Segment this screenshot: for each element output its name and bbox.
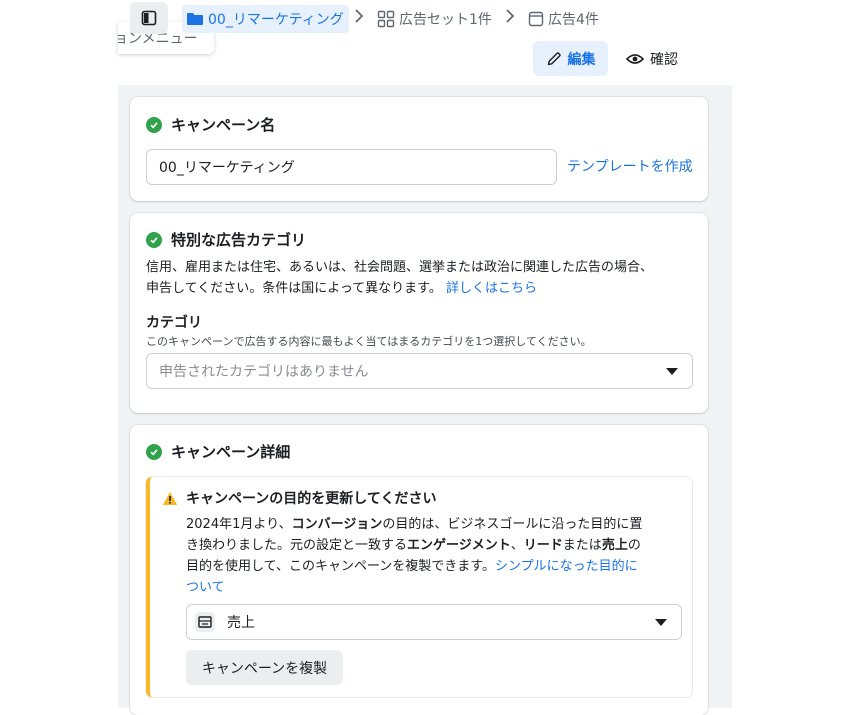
- description-line: 信用、雇用または住宅、あるいは、社会問題、選挙または政治に関連した広告の場合、: [146, 260, 654, 275]
- folder-icon: [187, 13, 203, 25]
- warning-line: き換わりました。元の設定と一致するエンゲージメント、リードまたは売上の: [186, 535, 686, 556]
- special-category-title: 特別な広告カテゴリ: [171, 231, 307, 249]
- objective-select[interactable]: 売上: [186, 604, 682, 640]
- breadcrumb-campaign[interactable]: 00_リマーケティング: [182, 5, 349, 33]
- breadcrumb-ad-label: 広告4件: [548, 12, 599, 28]
- warning-line: 2024年1月より、コンバージョンの目的は、ビジネスゴールに沿った目的に置: [186, 514, 686, 535]
- special-category-heading: 特別な広告カテゴリ: [146, 229, 306, 250]
- check-circle-icon: [146, 443, 162, 460]
- warning-body: 2024年1月より、コンバージョンの目的は、ビジネスゴールに沿った目的に置 き換…: [186, 514, 686, 598]
- breadcrumb-ad[interactable]: 広告4件: [528, 5, 599, 33]
- category-select[interactable]: 申告されたカテゴリはありません: [146, 353, 693, 389]
- description-text: 申告してください。条件は国によって異なります。: [146, 281, 442, 296]
- category-select-placeholder: 申告されたカテゴリはありません: [159, 364, 369, 380]
- breadcrumb-campaign-label: 00_リマーケティング: [208, 12, 344, 28]
- register-icon: [195, 612, 215, 632]
- warning-heading: キャンペーンの目的を更新してください: [162, 488, 436, 508]
- campaign-details-title: キャンペーン詳細: [171, 443, 291, 461]
- ad-frame-icon: [528, 11, 544, 27]
- warning-heading-text: キャンペーンの目的を更新してください: [186, 491, 437, 507]
- edit-button[interactable]: 編集: [533, 41, 608, 76]
- special-category-description: 信用、雇用または住宅、あるいは、社会問題、選挙または政治に関連した広告の場合、 …: [146, 257, 706, 299]
- campaign-name-input[interactable]: 00_リマーケティング: [146, 149, 557, 185]
- duplicate-campaign-button[interactable]: キャンペーンを複製: [186, 650, 343, 685]
- caret-down-icon: [655, 619, 667, 626]
- create-template-link[interactable]: テンプレートを作成: [567, 156, 693, 176]
- chevron-right-icon: [505, 9, 515, 27]
- breadcrumb-adset-label: 広告セット1件: [399, 12, 492, 28]
- review-button-label: 確認: [650, 51, 678, 68]
- warning-bold: リード: [523, 538, 563, 553]
- warning-text: または: [562, 538, 602, 553]
- caret-down-icon: [666, 368, 678, 375]
- category-label: カテゴリ: [146, 315, 202, 331]
- learn-more-link[interactable]: 詳しくはこちら: [446, 281, 537, 296]
- simplified-objectives-link[interactable]: ついて: [186, 580, 225, 595]
- warning-text: 、: [510, 538, 524, 553]
- campaign-name-title: キャンペーン名: [171, 116, 276, 134]
- campaign-name-value: 00_リマーケティング: [159, 160, 295, 176]
- category-help-text: このキャンペーンで広告する内容に最もよく当てはまるカテゴリを1つ選択してください…: [146, 335, 592, 348]
- warning-text: 2024年1月より、: [186, 517, 292, 532]
- pencil-icon: [547, 51, 561, 65]
- check-circle-icon: [146, 231, 162, 248]
- description-line: 申告してください。条件は国によって異なります。 詳しくはこちら: [146, 278, 706, 299]
- campaign-name-card: キャンペーン名 00_リマーケティング テンプレートを作成: [130, 97, 708, 201]
- edit-button-label: 編集: [567, 51, 596, 68]
- simplified-objectives-link[interactable]: シンプルになった目的に: [495, 559, 638, 574]
- panel-toggle-button[interactable]: [130, 2, 168, 34]
- warning-text: の: [627, 538, 641, 553]
- eye-icon: [626, 53, 644, 64]
- warning-text: き換わりました。元の設定と一致する: [186, 538, 408, 553]
- objective-select-value: 売上: [227, 615, 255, 631]
- breadcrumb-adset[interactable]: 広告セット1件: [377, 5, 492, 33]
- chevron-right-icon: [354, 9, 364, 27]
- warning-bold: 売上: [601, 538, 628, 553]
- review-button[interactable]: 確認: [626, 41, 686, 76]
- warning-text: 目的を使用して、このキャンペーンを複製できます。: [186, 559, 496, 574]
- campaign-details-heading: キャンペーン詳細: [146, 441, 290, 462]
- warning-bold: コンバージョン: [291, 517, 383, 532]
- warning-bold: エンゲージメント: [407, 538, 511, 553]
- duplicate-campaign-label: キャンペーンを複製: [201, 660, 328, 677]
- warning-line: ついて: [186, 577, 686, 598]
- warning-triangle-icon: [162, 491, 178, 505]
- check-circle-icon: [146, 116, 162, 133]
- sidebar-panel-icon: [141, 10, 157, 26]
- campaign-name-heading: キャンペーン名: [146, 114, 275, 135]
- grid-icon: [377, 10, 395, 28]
- special-category-card: 特別な広告カテゴリ 信用、雇用または住宅、あるいは、社会問題、選挙または政治に関…: [130, 213, 708, 413]
- warning-line: 目的を使用して、このキャンペーンを複製できます。シンプルになった目的に: [186, 556, 686, 577]
- warning-text: の目的は、ビジネスゴールに沿った目的に置: [382, 517, 643, 532]
